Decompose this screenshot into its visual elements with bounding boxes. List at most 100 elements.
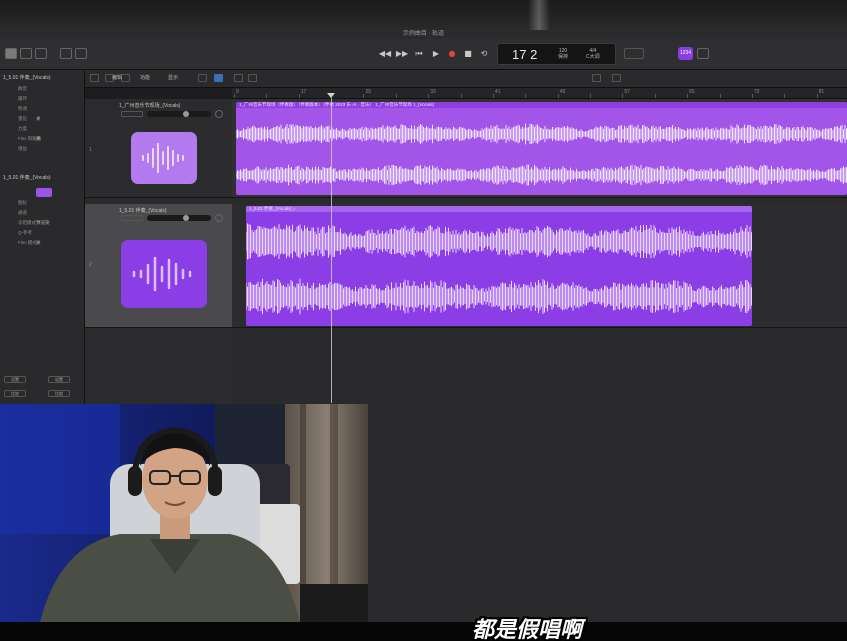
control-bar: ◀◀ ▶▶ ⏮ ▶ ● ■ ⟲ 17 2 120 保持 4/4 C大调 1234 bbox=[0, 39, 847, 70]
inspector-row-label: Flex 模式 bbox=[18, 240, 37, 245]
quick-help-button[interactable] bbox=[35, 48, 47, 59]
inspector-row-value[interactable]: 关 bbox=[36, 136, 41, 142]
track-list: 1 1_广州音乐节现场_(Vocals) 2 1_5.01 伴奏_(Vocals… bbox=[85, 99, 232, 404]
playhead-line[interactable] bbox=[331, 98, 332, 403]
waveform-icon bbox=[121, 240, 207, 308]
stop-button[interactable]: ■ bbox=[461, 47, 475, 60]
ruler-tick bbox=[784, 94, 786, 98]
pan-knob[interactable] bbox=[215, 214, 223, 222]
mute-solo-buttons[interactable] bbox=[121, 111, 143, 117]
library-toggle-button[interactable] bbox=[5, 48, 17, 59]
fast-forward-button[interactable]: ▶▶ bbox=[395, 47, 409, 60]
ruler-tick bbox=[622, 94, 624, 98]
catch-playhead-button[interactable] bbox=[214, 74, 223, 82]
count-in-button[interactable]: 1234 bbox=[678, 47, 693, 60]
ruler-bar-number: 17 bbox=[300, 89, 307, 95]
window-title: 示例曲目 · 轨道 bbox=[402, 31, 445, 37]
audio-region[interactable]: 1_广州音乐节现场（伴奏版）（伴奏版本）（伴奏 2023 乐 AI · 音乐） … bbox=[236, 102, 847, 195]
record-button[interactable]: ● bbox=[445, 47, 459, 60]
go-to-start-button[interactable]: ⏮ bbox=[412, 47, 426, 60]
track-color-chip[interactable] bbox=[36, 188, 52, 197]
track-row[interactable]: 1 1_广州音乐节现场_(Vocals) bbox=[85, 99, 232, 198]
inspector-row-value[interactable]: 预渲染 bbox=[36, 220, 50, 226]
flex-button[interactable] bbox=[198, 74, 207, 82]
inspector-row-label: Q-参考 bbox=[18, 230, 32, 235]
inspector-row-label: 通道 bbox=[18, 210, 27, 215]
inspector-row-label: 冻结模式 bbox=[18, 220, 36, 225]
ruler-tick bbox=[266, 94, 268, 98]
ruler-bar-number: 65 bbox=[689, 89, 695, 95]
mute-solo-buttons[interactable] bbox=[121, 215, 143, 221]
catch-button[interactable] bbox=[121, 74, 130, 82]
cycle-button[interactable]: ⟲ bbox=[477, 47, 491, 60]
menu-functions[interactable]: 功能 bbox=[140, 74, 150, 81]
tuner-button[interactable] bbox=[697, 48, 709, 59]
video-bottom-bar bbox=[0, 622, 847, 641]
waveform-path bbox=[246, 278, 752, 315]
inspector-toggle-button[interactable] bbox=[20, 48, 32, 59]
light-streak bbox=[528, 0, 550, 30]
ruler-bar-number: 49 bbox=[559, 89, 566, 95]
volume-slider[interactable] bbox=[147, 111, 211, 117]
track-name[interactable]: 1_5.01 伴奏_(Vocals) bbox=[119, 207, 167, 214]
menu-view[interactable]: 显示 bbox=[168, 74, 178, 81]
smart-controls-button[interactable] bbox=[75, 48, 87, 59]
inspector-row-label: 图标 bbox=[18, 200, 27, 205]
setting-button-left[interactable]: 设置 bbox=[4, 376, 26, 383]
track-header-toolbar bbox=[85, 70, 232, 88]
add-track-button[interactable] bbox=[90, 74, 99, 82]
timeline-ruler[interactable]: 9 17 25 33 41 49 57 65 73 81 bbox=[232, 88, 847, 99]
ruler-tick bbox=[816, 94, 818, 98]
snap-button[interactable] bbox=[592, 74, 601, 82]
ruler-tick bbox=[687, 94, 689, 98]
ruler-bar-number: 33 bbox=[430, 89, 436, 95]
play-button[interactable]: ▶ bbox=[429, 47, 443, 60]
inspector-row-value[interactable]: 关 bbox=[36, 116, 41, 122]
track-name[interactable]: 1_广州音乐节现场_(Vocals) bbox=[119, 102, 180, 109]
waveform-left bbox=[236, 123, 847, 145]
ruler-tick bbox=[363, 94, 365, 98]
drag-mode-button[interactable] bbox=[612, 74, 621, 82]
metronome-button[interactable] bbox=[624, 48, 644, 59]
track-inspector-title[interactable]: 1_5.01 伴奏_(Vocals) bbox=[3, 174, 51, 181]
ruler-bar-number: 57 bbox=[624, 89, 630, 95]
fast-forward-icon: ▶▶ bbox=[395, 49, 409, 58]
track-number: 2 bbox=[89, 262, 92, 268]
skip-back-icon: ⏮ bbox=[415, 49, 423, 58]
ruler-bar-number: 73 bbox=[753, 89, 760, 95]
ruler-tick bbox=[492, 94, 494, 98]
toolbar-toggle-button[interactable] bbox=[60, 48, 72, 59]
zoom-tool[interactable] bbox=[248, 74, 257, 82]
rewind-button[interactable]: ◀◀ bbox=[378, 47, 392, 60]
ruler-tick bbox=[234, 94, 235, 98]
ruler-tick bbox=[298, 94, 300, 98]
waveform-right bbox=[236, 164, 847, 186]
ruler-tick bbox=[751, 94, 753, 98]
audio-region[interactable]: 1_5.01 伴奏_(Vocals) ♪ bbox=[246, 206, 752, 326]
ruler-tick bbox=[719, 94, 721, 98]
menu-edit[interactable]: 编辑 bbox=[112, 74, 122, 81]
inspector-row-label: 移调 bbox=[18, 106, 27, 111]
waveform-path bbox=[236, 164, 847, 186]
ruler-tick bbox=[460, 94, 462, 98]
waveform-right bbox=[246, 278, 752, 315]
region-inspector-title[interactable]: 1_5.01 伴奏_(Vocals) bbox=[3, 74, 51, 81]
monitor-bezel bbox=[0, 0, 847, 30]
track-row[interactable]: 2 1_5.01 伴奏_(Vocals) bbox=[85, 204, 232, 328]
volume-slider[interactable] bbox=[147, 215, 211, 221]
record-icon: ● bbox=[448, 49, 456, 58]
compare-button-left[interactable]: 比较 bbox=[4, 390, 26, 397]
inspector-row-value[interactable]: 关 bbox=[36, 240, 41, 246]
pan-knob[interactable] bbox=[215, 110, 223, 118]
subtitle-caption: 都是假唱啊 bbox=[472, 618, 583, 641]
lcd-signature: 4/4 C大调 bbox=[586, 48, 600, 60]
setting-button-right[interactable]: 设置 bbox=[48, 376, 70, 383]
region-label: 1_广州音乐节现场（伴奏版）（伴奏版本）（伴奏 2023 乐 AI · 音乐） … bbox=[236, 102, 847, 108]
region-label: 1_5.01 伴奏_(Vocals) ♪ bbox=[246, 206, 752, 212]
lcd-display[interactable]: 17 2 120 保持 4/4 C大调 bbox=[497, 43, 616, 65]
ruler-tick bbox=[525, 94, 527, 98]
arrange-area[interactable]: 1_广州音乐节现场（伴奏版）（伴奏版本）（伴奏 2023 乐 AI · 音乐） … bbox=[232, 99, 847, 404]
pointer-tool[interactable] bbox=[234, 74, 243, 82]
webcam-overlay bbox=[0, 404, 368, 622]
compare-button-right[interactable]: 比较 bbox=[48, 390, 70, 397]
